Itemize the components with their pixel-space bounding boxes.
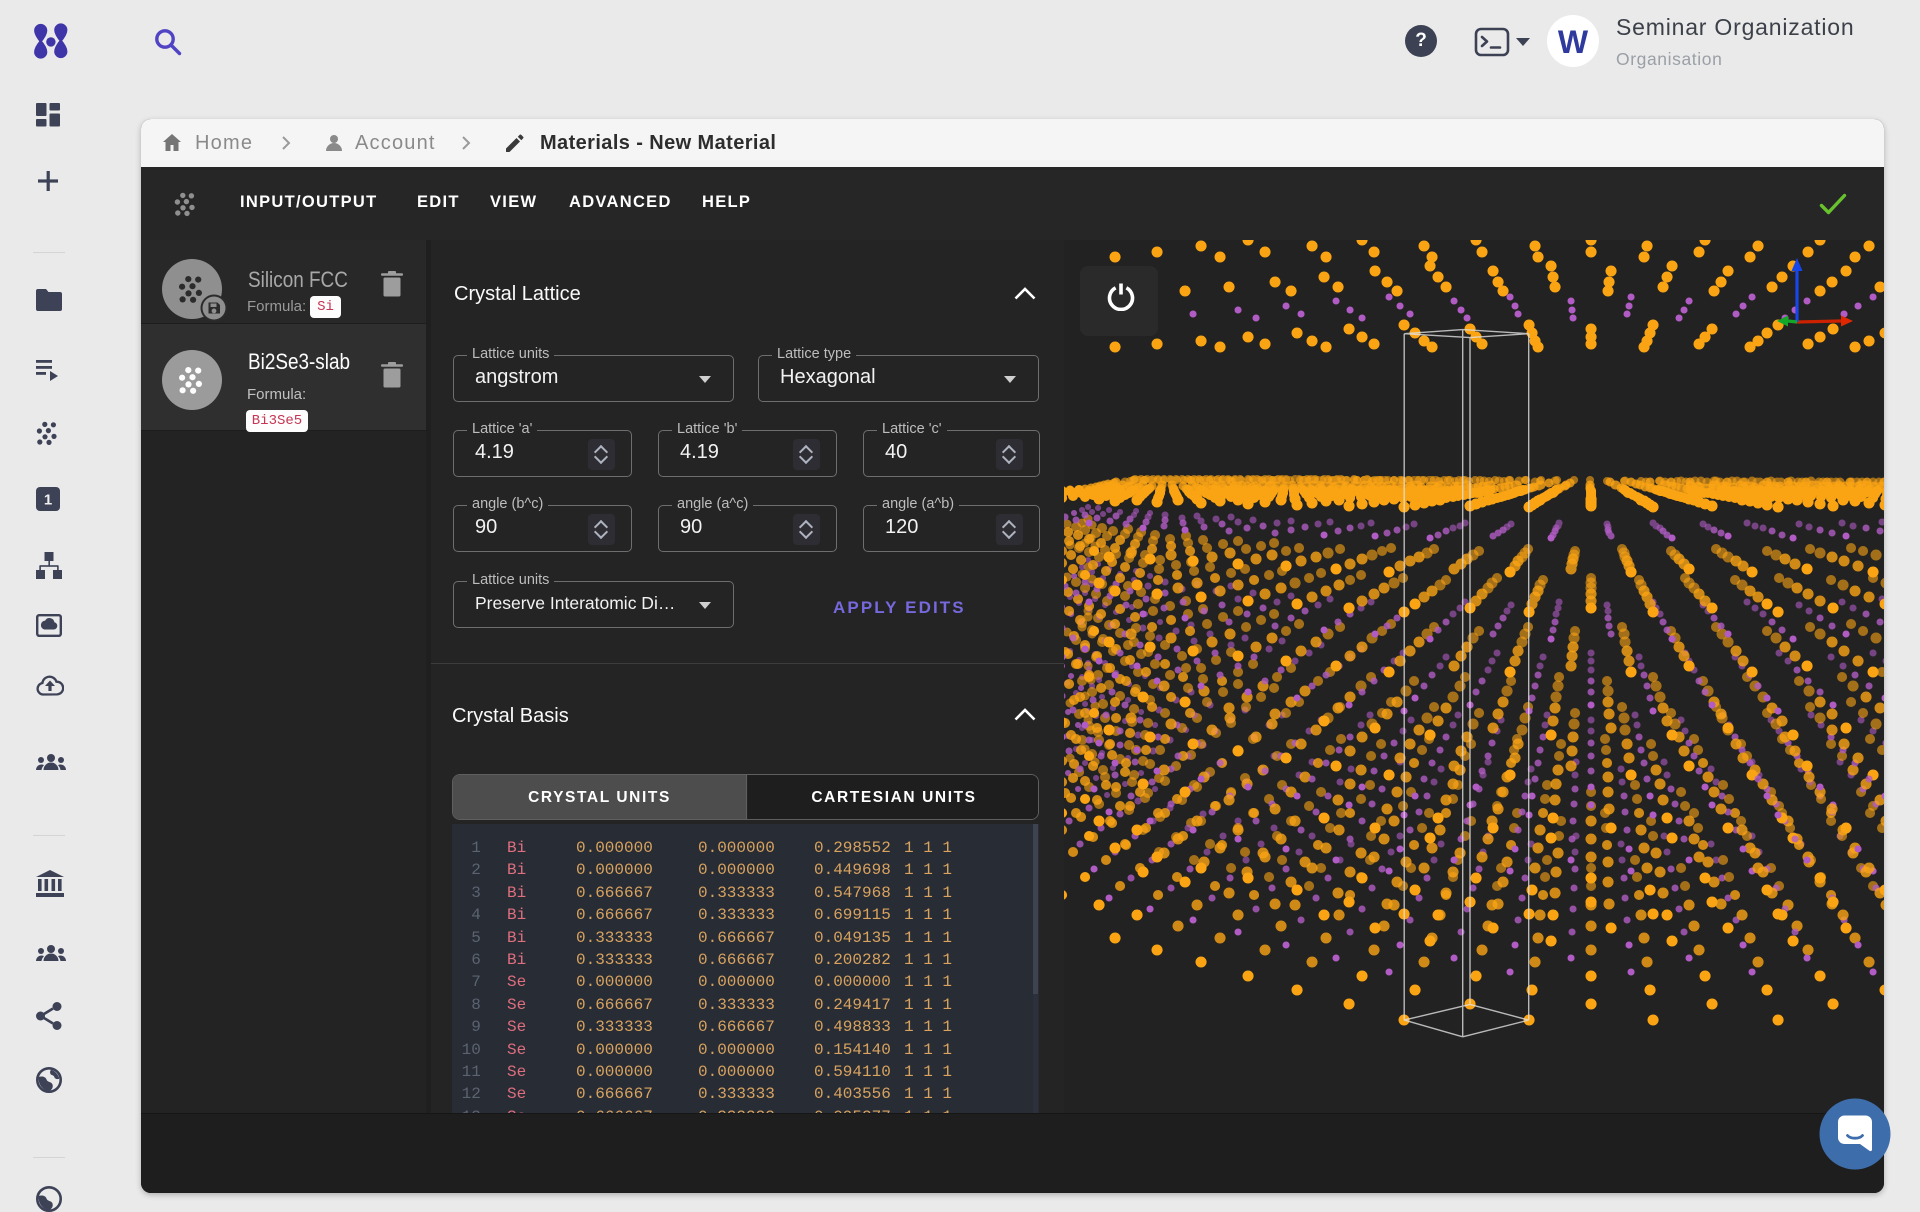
svg-text:1: 1 bbox=[44, 492, 52, 509]
